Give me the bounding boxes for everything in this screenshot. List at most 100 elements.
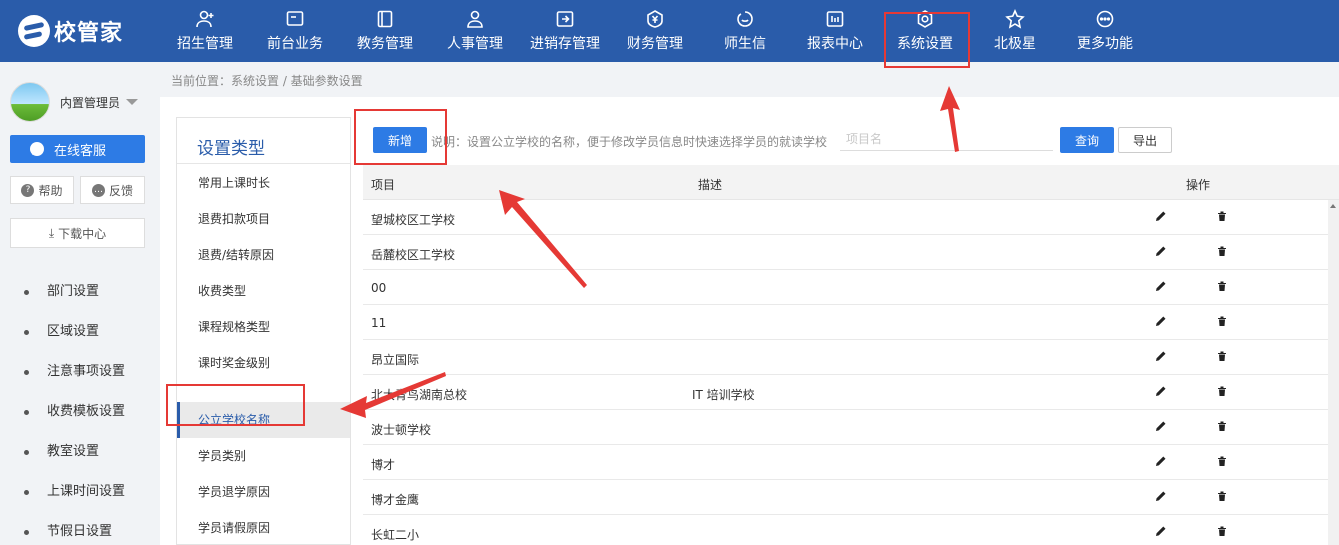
sidebar-menu-item[interactable]: 部门设置 xyxy=(0,272,155,312)
question-icon: ? xyxy=(21,183,35,197)
sidebar-menu-label: 节假日设置 xyxy=(47,524,113,539)
nav-label: 系统设置 xyxy=(897,36,953,52)
cell-item: 11 xyxy=(371,316,387,330)
category-item[interactable]: 公立学校名称 xyxy=(177,402,350,438)
logo-icon xyxy=(18,15,50,47)
query-button[interactable]: 查询 xyxy=(1060,127,1114,153)
edit-icon[interactable] xyxy=(1154,349,1168,363)
sidebar-menu-label: 区域设置 xyxy=(47,324,100,339)
user-profile[interactable]: 内置管理员 xyxy=(10,82,139,122)
delete-icon[interactable] xyxy=(1215,314,1229,328)
table-row: 博才 xyxy=(363,445,1328,480)
category-item[interactable]: 课程规格类型 xyxy=(177,309,350,345)
table-row: 岳麓校区工学校 xyxy=(363,235,1328,270)
search-input[interactable] xyxy=(840,127,1053,151)
category-item[interactable]: 收费类型 xyxy=(177,273,350,309)
export-button[interactable]: 导出 xyxy=(1118,127,1172,153)
app-logo[interactable]: 校管家 xyxy=(18,14,123,48)
star-icon xyxy=(1005,9,1025,29)
chevron-down-icon[interactable] xyxy=(126,99,139,105)
nav-item-user-add[interactable]: 招生管理 xyxy=(160,0,250,62)
edit-icon[interactable] xyxy=(1154,489,1168,503)
edit-icon[interactable] xyxy=(1154,454,1168,468)
category-item[interactable]: 课时奖金级别 xyxy=(177,345,350,381)
col-header-ops: 操作 xyxy=(1186,178,1211,192)
nav-item-star[interactable]: 北极星 xyxy=(970,0,1060,62)
delete-icon[interactable] xyxy=(1215,419,1229,433)
scrollbar[interactable] xyxy=(1328,200,1339,545)
sidebar-menu-label: 注意事项设置 xyxy=(47,364,126,379)
table-row: 北大青鸟湖南总校 IT 培训学校 xyxy=(363,375,1328,410)
nav-label: 更多功能 xyxy=(1077,36,1133,52)
sidebar-menu-item[interactable]: 节假日设置 xyxy=(0,512,155,545)
category-item[interactable]: 学员请假原因 xyxy=(177,510,350,545)
edit-icon[interactable] xyxy=(1154,419,1168,433)
nav-item-inventory[interactable]: 进销存管理 xyxy=(520,0,610,62)
settings-category-panel: 设置类型 常用上课时长 退费扣款项目 退费/结转原因 收费类型 课程规格类型 课时奖金级别… xyxy=(176,117,351,545)
sidebar-menu-item[interactable]: 收费模板设置 xyxy=(0,392,155,432)
download-center-button[interactable]: ⤓ 下载中心 xyxy=(10,218,145,248)
delete-icon[interactable] xyxy=(1215,349,1229,363)
nav-item-person[interactable]: 人事管理 xyxy=(430,0,520,62)
nav-label: 进销存管理 xyxy=(530,36,600,52)
description-text: 说明：设置公立学校的名称，便于修改学员信息时快速选择学员的就读学校 xyxy=(431,135,828,149)
category-title: 设置类型 xyxy=(197,139,265,159)
edit-icon[interactable] xyxy=(1154,384,1168,398)
scroll-up-icon[interactable] xyxy=(1330,204,1336,208)
nav-item-bar-chart[interactable]: 报表中心 xyxy=(790,0,880,62)
sidebar-menu-item[interactable]: 教室设置 xyxy=(0,432,155,472)
feedback-button[interactable]: … 反馈 xyxy=(80,176,145,204)
edit-icon[interactable] xyxy=(1154,314,1168,328)
table-row: 博才金鹰 xyxy=(363,480,1328,515)
category-item[interactable]: 退费/结转原因 xyxy=(177,237,350,273)
table-row: 00 xyxy=(363,270,1328,305)
sidebar-menu-item[interactable]: 区域设置 xyxy=(0,312,155,352)
delete-icon[interactable] xyxy=(1215,489,1229,503)
col-header-item: 项目 xyxy=(371,178,396,192)
sidebar-menu-item[interactable]: 注意事项设置 xyxy=(0,352,155,392)
delete-icon[interactable] xyxy=(1215,384,1229,398)
nav-label: 人事管理 xyxy=(447,36,503,52)
delete-icon[interactable] xyxy=(1215,279,1229,293)
edit-icon[interactable] xyxy=(1154,244,1168,258)
delete-icon[interactable] xyxy=(1215,454,1229,468)
bar-chart-icon xyxy=(825,9,845,29)
feedback-label: 反馈 xyxy=(108,183,133,198)
nav-item-monitor[interactable]: 前台业务 xyxy=(250,0,340,62)
delete-icon[interactable] xyxy=(1215,524,1229,538)
cell-item: 昂立国际 xyxy=(371,353,420,367)
nav-item-yuan-shield[interactable]: 财务管理 xyxy=(610,0,700,62)
nav-item-book[interactable]: 教务管理 xyxy=(340,0,430,62)
category-item[interactable]: 常用上课时长 xyxy=(177,165,350,201)
category-item[interactable]: 学员类别 xyxy=(177,438,350,474)
table-body: 望城校区工学校 岳麓校区工学校 00 11 昂立国际 北大青鸟湖南总校 IT 培训学校 波士顿… xyxy=(363,200,1328,545)
cell-item: 岳麓校区工学校 xyxy=(371,248,456,262)
user-name: 内置管理员 xyxy=(60,95,121,110)
add-button[interactable]: 新增 xyxy=(373,127,427,153)
cell-item: 博才金鹰 xyxy=(371,493,420,507)
sidebar-menu-label: 收费模板设置 xyxy=(47,404,126,419)
nav-item-more[interactable]: 更多功能 xyxy=(1060,0,1150,62)
category-item[interactable]: 学员退学原因 xyxy=(177,474,350,510)
nav-label: 前台业务 xyxy=(267,36,323,52)
help-button[interactable]: ? 帮助 xyxy=(10,176,74,204)
table-row: 昂立国际 xyxy=(363,340,1328,375)
edit-icon[interactable] xyxy=(1154,524,1168,538)
nav-item-gear[interactable]: 系统设置 xyxy=(880,0,970,62)
edit-icon[interactable] xyxy=(1154,279,1168,293)
nav-label: 报表中心 xyxy=(807,36,863,52)
delete-icon[interactable] xyxy=(1215,209,1229,223)
table-row: 11 xyxy=(363,305,1328,340)
nav-item-chat-bubble[interactable]: 师生信 xyxy=(700,0,790,62)
cell-item: 博才 xyxy=(371,458,396,472)
sidebar-menu-label: 教室设置 xyxy=(47,444,100,459)
category-list: 常用上课时长 退费扣款项目 退费/结转原因 收费类型 课程规格类型 课时奖金级别 公立学校名… xyxy=(177,165,350,545)
sidebar-menu-item[interactable]: 上课时间设置 xyxy=(0,472,155,512)
category-item[interactable]: 退费扣款项目 xyxy=(177,201,350,237)
delete-icon[interactable] xyxy=(1215,244,1229,258)
online-service-button[interactable]: 在线客服 xyxy=(10,135,145,163)
col-header-desc: 描述 xyxy=(698,178,723,192)
help-label: 帮助 xyxy=(38,183,63,198)
sidebar-menu-label: 部门设置 xyxy=(47,284,100,299)
edit-icon[interactable] xyxy=(1154,209,1168,223)
